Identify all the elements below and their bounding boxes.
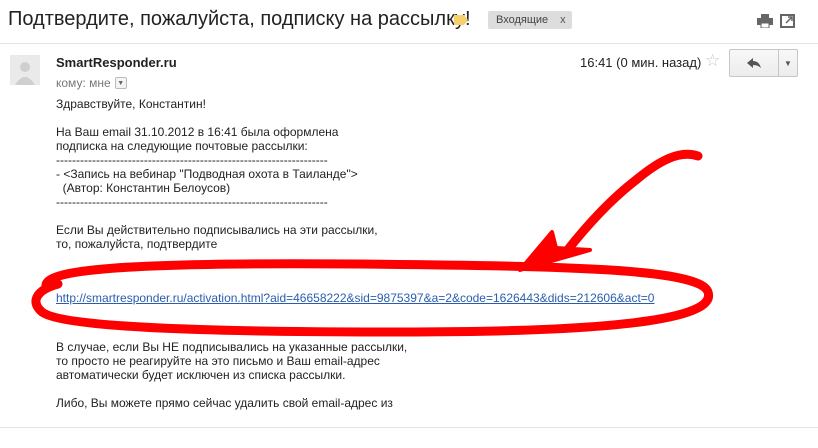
- body-line: ----------------------------------------…: [56, 195, 328, 209]
- body-line: автоматически будет исключен из списка р…: [56, 368, 346, 382]
- message-body-part-1: Здравствуйте, Константин! На Ваш email 31…: [56, 97, 378, 251]
- body-line: ----------------------------------------…: [56, 153, 328, 167]
- message-body-part-2: В случае, если Вы НЕ подписывались на ук…: [56, 340, 407, 410]
- body-line: На Ваш email 31.10.2012 в 16:41 была офо…: [56, 125, 339, 139]
- annotation-arrow: [561, 149, 703, 257]
- message-time: 16:41 (0 мин. назад): [580, 55, 702, 70]
- body-line: Если Вы действительно подписывались на э…: [56, 223, 378, 237]
- activation-link[interactable]: http://smartresponder.ru/activation.html…: [56, 291, 654, 305]
- body-line: подписка на следующие почтовые рассылки:: [56, 139, 308, 153]
- print-icon[interactable]: [757, 14, 773, 28]
- body-line: (Автор: Константин Белоусов): [56, 181, 231, 195]
- body-line: [56, 111, 378, 125]
- sender-name[interactable]: SmartResponder.ru: [56, 55, 177, 70]
- recipients-line: кому: мне ▼: [56, 76, 127, 90]
- body-line: [56, 209, 378, 223]
- reply-button[interactable]: [730, 50, 779, 76]
- inbox-label-chip[interactable]: Входящие x: [488, 11, 572, 29]
- body-line: - <Запись на вебинар "Подводная охота в …: [56, 167, 358, 181]
- person-icon: [15, 62, 35, 85]
- body-line: то просто не реагируйте на это письмо и …: [56, 354, 380, 368]
- inbox-label-text: Входящие: [496, 14, 549, 26]
- body-line: Здравствуйте, Константин!: [56, 97, 206, 111]
- email-subject: Подтвердите, пожалуйста, подписку на рас…: [8, 8, 471, 30]
- label-tag-icon[interactable]: [454, 15, 468, 25]
- more-actions-button[interactable]: ▼: [779, 50, 797, 76]
- details-dropdown-icon[interactable]: ▼: [114, 77, 127, 89]
- remove-label-button[interactable]: x: [560, 14, 566, 26]
- recipients-text: кому: мне: [56, 76, 111, 90]
- body-line: Либо, Вы можете прямо сейчас удалить сво…: [56, 396, 393, 410]
- reply-button-group: ▼: [729, 49, 798, 77]
- chevron-down-icon: ▼: [784, 58, 792, 68]
- body-line: [56, 382, 407, 396]
- body-line: то, пожалуйста, подтвердите: [56, 237, 218, 251]
- avatar: [10, 55, 40, 85]
- star-icon[interactable]: ☆: [705, 51, 720, 71]
- annotation-arrowhead: [518, 230, 592, 272]
- body-line: В случае, если Вы НЕ подписывались на ук…: [56, 340, 408, 354]
- new-window-icon[interactable]: [780, 14, 796, 28]
- reply-icon: [747, 58, 761, 68]
- header-divider: [0, 43, 818, 44]
- footer-divider: [0, 427, 818, 428]
